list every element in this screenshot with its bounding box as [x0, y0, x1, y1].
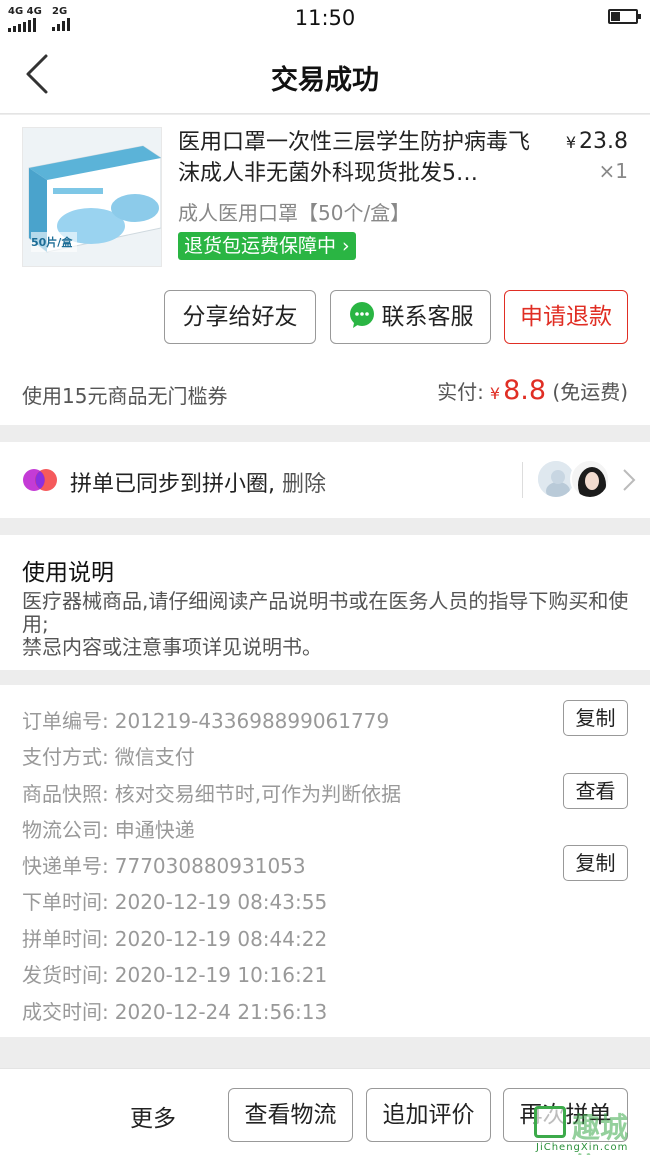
contact-service-button[interactable]: 联系客服 [330, 290, 491, 344]
row-label: 发货时间: [22, 963, 109, 987]
sync-text: 拼单已同步到拼小圈, 删除 [70, 466, 326, 498]
product-quantity: ×1 [598, 159, 628, 183]
price-value: 23.8 [579, 129, 628, 154]
row-label: 商品快照: [22, 782, 109, 806]
chat-bubble-icon [349, 302, 374, 328]
payment-method-row: 支付方式: 微信支付 [22, 741, 195, 770]
sync-delete-link[interactable]: 删除 [282, 472, 326, 497]
row-label: 拼单时间: [22, 927, 109, 951]
paid-currency: ¥ [489, 384, 501, 403]
page-title: 交易成功 [271, 65, 379, 96]
nav-header: 交易成功 [0, 36, 650, 114]
pinxiaoquan-logo-icon [23, 469, 57, 491]
product-card: 50片/盒 医用口罩一次性三层学生防护病毒飞沫成人非无菌外科现货批发5… ¥23… [0, 115, 650, 425]
row-label: 快递单号: [22, 854, 109, 878]
paid-label: 实付: [437, 380, 484, 404]
order-details: 订单编号: 201219-433698899061779 复制 支付方式: 微信支付… [0, 685, 650, 1037]
paid-value: 8.8 [503, 375, 547, 406]
pinxiaoquan-sync-row[interactable]: 拼单已同步到拼小圈, 删除 [0, 442, 650, 518]
watermark-logo-icon [534, 1106, 566, 1138]
shipping-note: (免运费) [552, 380, 628, 404]
clock: 11:50 [294, 6, 356, 30]
payment-method: 微信支付 [114, 745, 195, 769]
product-price: ¥23.8 [566, 129, 628, 154]
order-number-row: 订单编号: 201219-433698899061779 [22, 705, 389, 734]
row-label: 物流公司: [22, 818, 109, 842]
ship-time-row: 发货时间: 2020-12-19 10:16:21 [22, 959, 327, 988]
complete-time: 2020-12-24 21:56:13 [114, 1000, 328, 1024]
row-label: 下单时间: [22, 890, 109, 914]
product-spec: 成人医用口罩【50个/盒】 [178, 201, 411, 225]
product-image[interactable]: 50片/盒 [22, 127, 162, 267]
order-number: 201219-433698899061779 [114, 709, 390, 733]
order-time: 2020-12-19 08:43:55 [114, 890, 328, 914]
site-watermark: 趣城信 JiChengXin.com [530, 1104, 650, 1155]
view-snapshot-button[interactable]: 查看 [563, 773, 628, 809]
sync-message: 拼单已同步到拼小圈, [70, 472, 275, 497]
tracking-number-row: 快递单号: 777030880931053 [22, 850, 306, 879]
complete-time-row: 成交时间: 2020-12-24 21:56:13 [22, 996, 327, 1025]
chevron-right-icon [623, 469, 636, 491]
product-image-label: 50片/盒 [31, 236, 73, 249]
order-time-row: 下单时间: 2020-12-19 08:43:55 [22, 886, 327, 915]
return-shipping-badge[interactable]: 退货包运费保障中 › [178, 232, 356, 260]
snapshot-row: 商品快照: 核对交易细节时,可作为判断依据 [22, 778, 401, 807]
more-button[interactable]: 更多 [130, 1099, 176, 1133]
view-logistics-button[interactable]: 查看物流 [228, 1088, 353, 1142]
currency-symbol: ¥ [565, 133, 577, 152]
courier-company-row: 物流公司: 申通快递 [22, 814, 195, 843]
avatar [570, 459, 610, 499]
courier-company: 申通快递 [114, 818, 195, 842]
row-label: 成交时间: [22, 1000, 109, 1024]
row-label: 订单编号: [22, 709, 109, 733]
divider [522, 462, 523, 498]
instructions-title: 使用说明 [22, 560, 114, 586]
group-time-row: 拼单时间: 2020-12-19 08:44:22 [22, 923, 327, 952]
copy-order-number-button[interactable]: 复制 [563, 700, 628, 736]
refund-button[interactable]: 申请退款 [504, 290, 628, 344]
product-name[interactable]: 医用口罩一次性三层学生防护病毒飞沫成人非无菌外科现货批发5… [178, 127, 548, 189]
ship-time: 2020-12-19 10:16:21 [114, 963, 328, 987]
status-bar: 4G 4G 2G 11:50 [0, 0, 650, 36]
snapshot-hint: 核对交易细节时,可作为判断依据 [114, 782, 402, 806]
refund-label: 申请退款 [520, 304, 612, 330]
paid-amount: 实付: ¥8.8 (免运费) [437, 375, 628, 406]
add-review-button[interactable]: 追加评价 [366, 1088, 491, 1142]
share-button[interactable]: 分享给好友 [164, 290, 316, 344]
coupon-info: 使用15元商品无门槛券 [22, 384, 228, 408]
share-label: 分享给好友 [182, 304, 298, 330]
contact-label: 联系客服 [381, 304, 474, 330]
usage-instructions: 使用说明 医疗器械商品,请仔细阅读产品说明书或在医务人员的指导下购买和使用; 禁… [0, 535, 650, 670]
battery-icon [608, 9, 641, 24]
row-label: 支付方式: [22, 745, 109, 769]
tracking-number: 777030880931053 [114, 854, 306, 878]
group-time: 2020-12-19 08:44:22 [114, 927, 328, 951]
watermark-en: JiChengXin.com [536, 1142, 629, 1153]
instructions-body: 医疗器械商品,请仔细阅读产品说明书或在医务人员的指导下购买和使用; 禁忌内容或注… [22, 589, 629, 659]
copy-tracking-number-button[interactable]: 复制 [563, 845, 628, 881]
